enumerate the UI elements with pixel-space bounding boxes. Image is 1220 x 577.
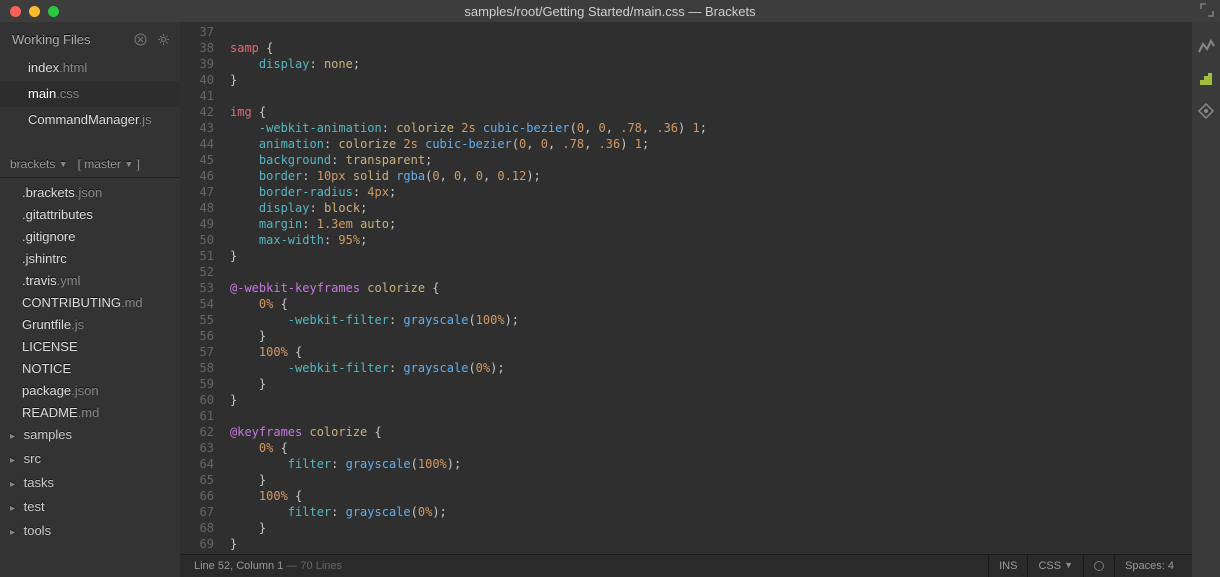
tree-file[interactable]: .gitattributes bbox=[0, 204, 180, 226]
code-editor[interactable]: 3738394041424344454647484950515253545556… bbox=[180, 22, 1192, 554]
line-gutter: 3738394041424344454647484950515253545556… bbox=[180, 22, 224, 554]
zoom-window-button[interactable] bbox=[48, 6, 59, 17]
tree-file[interactable]: README.md bbox=[0, 402, 180, 424]
tree-file[interactable]: .brackets.json bbox=[0, 182, 180, 204]
tree-folder[interactable]: ▸ src bbox=[0, 448, 180, 472]
tree-folder[interactable]: ▸ tools bbox=[0, 520, 180, 544]
chevron-down-icon: ▼ bbox=[1064, 560, 1073, 570]
working-file-item[interactable]: main.css bbox=[0, 81, 180, 107]
tree-file[interactable]: .travis.yml bbox=[0, 270, 180, 292]
window-controls bbox=[0, 6, 59, 17]
tree-file[interactable]: LICENSE bbox=[0, 336, 180, 358]
window-title: samples/root/Getting Started/main.css — … bbox=[0, 4, 1220, 19]
status-bar: Line 52, Column 1 — 70 Lines INS CSS ▼ S… bbox=[180, 554, 1192, 577]
language-mode-selector[interactable]: CSS ▼ bbox=[1027, 555, 1083, 577]
minimize-window-button[interactable] bbox=[29, 6, 40, 17]
working-files-label: Working Files bbox=[12, 32, 91, 47]
chevron-down-icon: ▼ bbox=[59, 159, 68, 169]
code-content[interactable]: samp { display: none;} img { -webkit-ani… bbox=[224, 22, 1192, 554]
live-preview-icon[interactable] bbox=[1197, 38, 1215, 56]
caret-right-icon: ▸ bbox=[10, 429, 20, 445]
cursor-position: Line 52, Column 1 bbox=[194, 560, 283, 572]
tree-file[interactable]: CONTRIBUTING.md bbox=[0, 292, 180, 314]
plugin-icon[interactable] bbox=[1197, 102, 1215, 120]
total-lines: 70 Lines bbox=[300, 560, 342, 572]
working-file-item[interactable]: CommandManager.js bbox=[0, 107, 180, 133]
project-header[interactable]: brackets ▼ [ master ▼ ] bbox=[0, 151, 180, 178]
editor-pane: 3738394041424344454647484950515253545556… bbox=[180, 22, 1192, 577]
caret-right-icon: ▸ bbox=[10, 525, 20, 541]
caret-right-icon: ▸ bbox=[10, 477, 20, 493]
branch-name: master bbox=[84, 157, 121, 171]
extension-manager-icon[interactable] bbox=[1197, 70, 1215, 88]
extension-rail bbox=[1192, 22, 1220, 577]
working-files-list: index.htmlmain.cssCommandManager.js bbox=[0, 55, 180, 133]
tree-folder[interactable]: ▸ test bbox=[0, 496, 180, 520]
close-all-icon[interactable] bbox=[134, 33, 147, 46]
status-dot-icon bbox=[1094, 561, 1104, 571]
chevron-down-icon: ▼ bbox=[124, 159, 133, 169]
working-file-item[interactable]: index.html bbox=[0, 55, 180, 81]
sidebar: Working Files index.htmlmain.cssCommandM… bbox=[0, 22, 180, 577]
tree-file[interactable]: .jshintrc bbox=[0, 248, 180, 270]
tree-file[interactable]: NOTICE bbox=[0, 358, 180, 380]
gear-icon[interactable] bbox=[157, 33, 170, 46]
tree-file[interactable]: Gruntfile.js bbox=[0, 314, 180, 336]
tree-folder[interactable]: ▸ samples bbox=[0, 424, 180, 448]
caret-right-icon: ▸ bbox=[10, 453, 20, 469]
lint-status[interactable] bbox=[1083, 555, 1114, 577]
fullscreen-icon[interactable] bbox=[1200, 3, 1214, 17]
close-window-button[interactable] bbox=[10, 6, 21, 17]
tree-file[interactable]: .gitignore bbox=[0, 226, 180, 248]
caret-right-icon: ▸ bbox=[10, 501, 20, 517]
file-tree: .brackets.json.gitattributes.gitignore.j… bbox=[0, 178, 180, 577]
tree-file[interactable]: package.json bbox=[0, 380, 180, 402]
insert-mode-toggle[interactable]: INS bbox=[988, 555, 1027, 577]
working-files-header: Working Files bbox=[0, 22, 180, 55]
tree-folder[interactable]: ▸ tasks bbox=[0, 472, 180, 496]
project-name: brackets bbox=[10, 157, 55, 171]
indent-settings[interactable]: Spaces: 4 bbox=[1114, 555, 1184, 577]
titlebar: samples/root/Getting Started/main.css — … bbox=[0, 0, 1220, 22]
